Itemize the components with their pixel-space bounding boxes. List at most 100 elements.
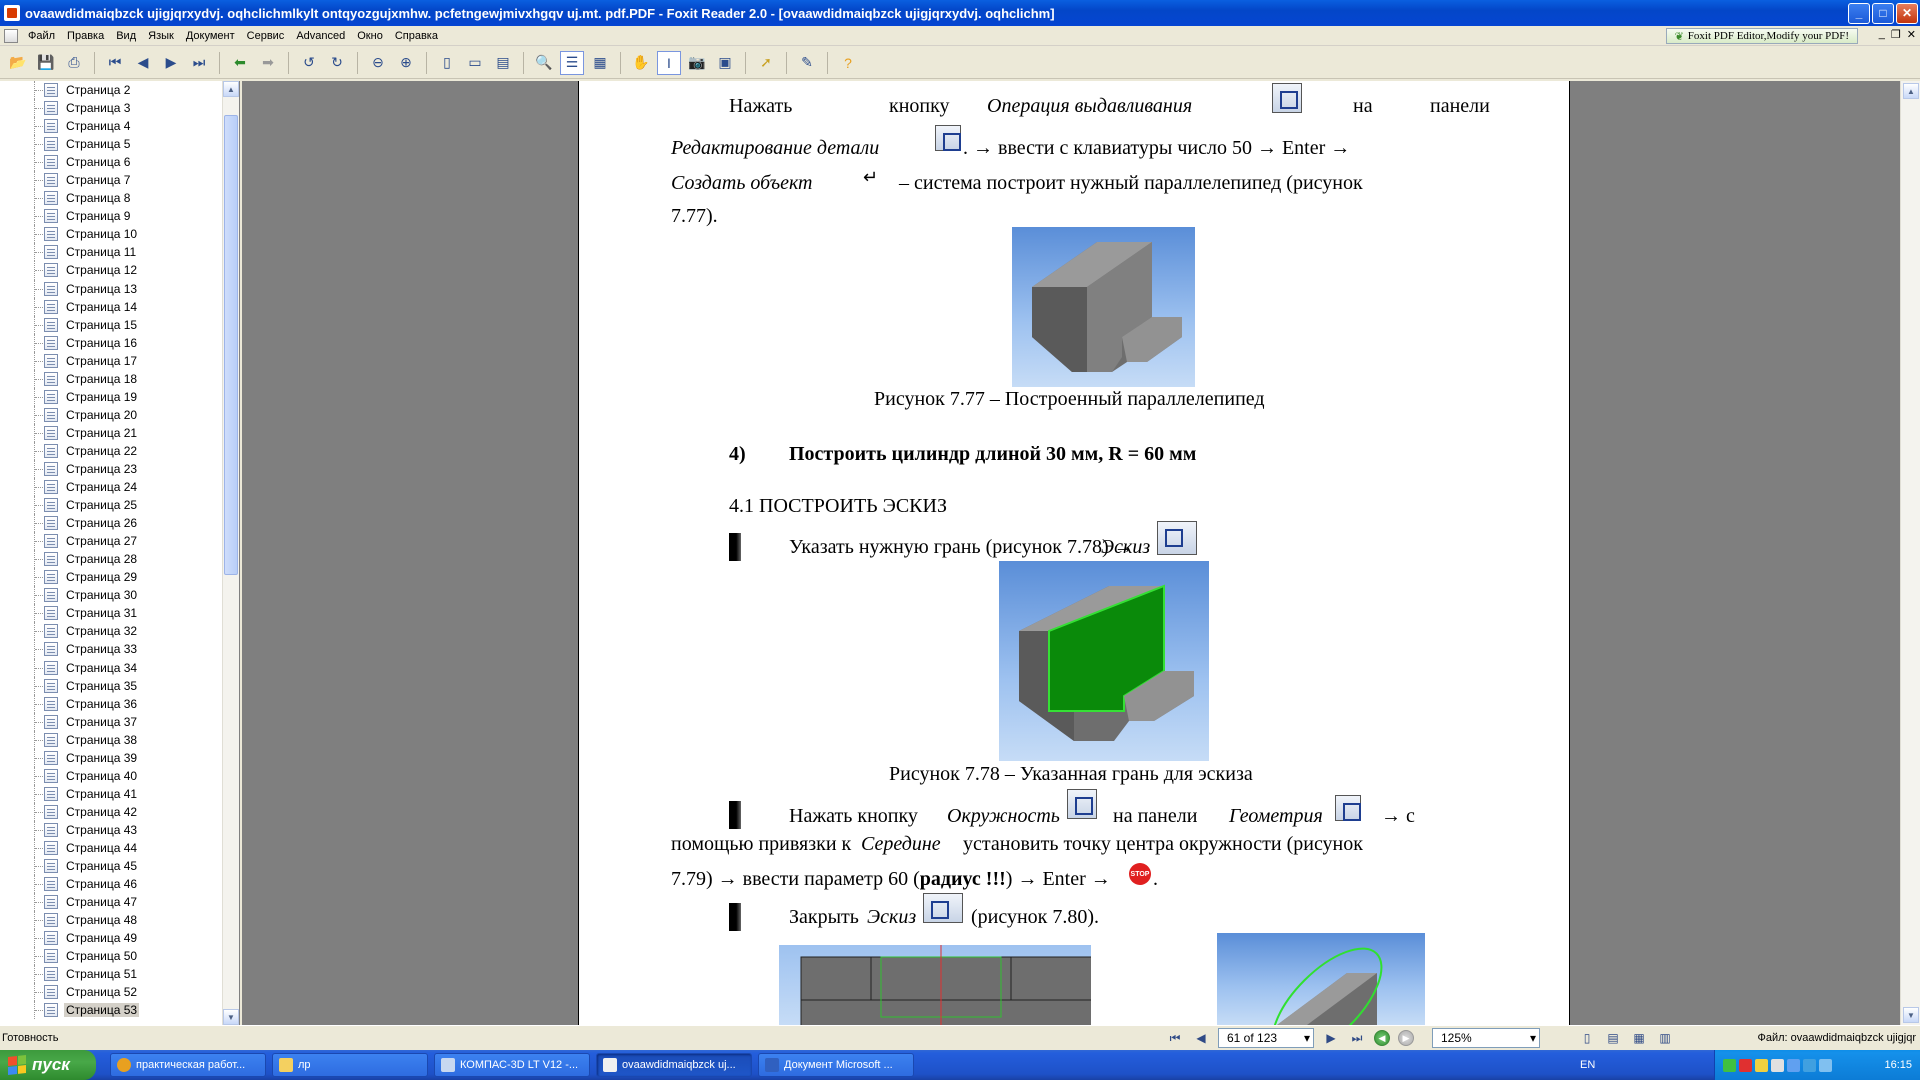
sidebar-item-page[interactable]: Страница 14 bbox=[0, 297, 222, 316]
mdi-restore-button[interactable]: ❐ bbox=[1891, 28, 1901, 41]
sidebar-item-page[interactable]: Страница 51 bbox=[0, 965, 222, 984]
pdf-editor-banner[interactable]: ❦ Foxit PDF Editor,Modify your PDF! bbox=[1665, 28, 1858, 44]
bookmarks-panel-icon[interactable]: ☰ bbox=[560, 50, 584, 75]
sidebar-item-page[interactable]: Страница 20 bbox=[0, 405, 222, 424]
zoom-in-icon[interactable]: ⊕ bbox=[394, 51, 418, 75]
sidebar-item-page[interactable]: Страница 52 bbox=[0, 983, 222, 1002]
menu-tools[interactable]: Сервис bbox=[241, 30, 291, 42]
mdi-close-button[interactable]: ✕ bbox=[1907, 28, 1916, 41]
page-number-field[interactable]: 61 of 123 ▾ bbox=[1218, 1028, 1314, 1048]
facing-view-icon[interactable]: ▦ bbox=[1630, 1029, 1648, 1047]
sidebar-item-page[interactable]: Страница 49 bbox=[0, 929, 222, 948]
sidebar-item-page[interactable]: Страница 28 bbox=[0, 550, 222, 569]
menu-file[interactable]: Файл bbox=[22, 30, 61, 42]
sidebar-item-page[interactable]: Страница 31 bbox=[0, 604, 222, 623]
previous-page-icon[interactable]: ◀ bbox=[131, 51, 155, 75]
sidebar-item-page[interactable]: Страница 11 bbox=[0, 243, 222, 262]
continuous-facing-view-icon[interactable]: ▥ bbox=[1656, 1029, 1674, 1047]
menu-language[interactable]: Язык bbox=[142, 30, 180, 42]
sidebar-item-page[interactable]: Страница 17 bbox=[0, 351, 222, 370]
sidebar-item-page[interactable]: Страница 47 bbox=[0, 893, 222, 912]
taskbar-item-kompas[interactable]: КОМПАС-3D LT V12 -... bbox=[434, 1053, 590, 1077]
sidebar-item-page[interactable]: Страница 2 bbox=[0, 81, 222, 100]
previous-page-icon[interactable]: ◀ bbox=[1192, 1029, 1210, 1047]
help-icon[interactable]: ? bbox=[836, 51, 860, 75]
taskbar-item-word[interactable]: Документ Microsoft ... bbox=[758, 1053, 914, 1077]
save-icon[interactable]: 💾 bbox=[34, 51, 58, 75]
sidebar-item-page[interactable]: Страница 27 bbox=[0, 532, 222, 551]
sidebar-item-page[interactable]: Страница 19 bbox=[0, 387, 222, 406]
scroll-up-button[interactable]: ▲ bbox=[223, 81, 239, 97]
sidebar-item-page[interactable]: Страница 22 bbox=[0, 441, 222, 460]
fit-page-icon[interactable]: ▭ bbox=[463, 51, 487, 75]
sidebar-item-page[interactable]: Страница 13 bbox=[0, 279, 222, 298]
sidebar-item-page[interactable]: Страница 37 bbox=[0, 712, 222, 731]
update-icon[interactable] bbox=[1755, 1058, 1768, 1072]
sidebar-item-page[interactable]: Страница 23 bbox=[0, 459, 222, 479]
sidebar-item-page[interactable]: Страница 18 bbox=[0, 369, 222, 388]
scroll-down-button[interactable]: ▼ bbox=[223, 1009, 239, 1025]
sidebar-item-page[interactable]: Страница 15 bbox=[0, 315, 222, 334]
scroll-down-button[interactable]: ▼ bbox=[1903, 1007, 1919, 1023]
sidebar-item-page[interactable]: Страница 5 bbox=[0, 135, 222, 154]
sidebar-item-page[interactable]: Страница 35 bbox=[0, 676, 222, 695]
sidebar-item-page[interactable]: Страница 48 bbox=[0, 911, 222, 930]
sidebar-item-page[interactable]: Страница 36 bbox=[0, 694, 222, 713]
last-page-icon[interactable]: ⏭ bbox=[1348, 1029, 1366, 1047]
language-indicator[interactable]: EN bbox=[1580, 1059, 1595, 1071]
menu-document[interactable]: Документ bbox=[180, 30, 241, 42]
sidebar-item-page[interactable]: Страница 29 bbox=[0, 568, 222, 587]
fit-width-icon[interactable]: ▤ bbox=[491, 51, 515, 75]
next-page-icon[interactable]: ▶ bbox=[1322, 1029, 1340, 1047]
sidebar-item-page[interactable]: Страница 6 bbox=[0, 153, 222, 172]
display-icon[interactable] bbox=[1819, 1058, 1832, 1072]
continuous-view-icon[interactable]: ▤ bbox=[1604, 1029, 1622, 1047]
connection-icon[interactable] bbox=[1803, 1058, 1816, 1072]
document-icon[interactable] bbox=[4, 28, 18, 43]
menu-view[interactable]: Вид bbox=[110, 30, 142, 42]
document-view[interactable]: Нажать кнопку Операция выдавливания на п… bbox=[242, 81, 1900, 1025]
volume-icon[interactable] bbox=[1771, 1058, 1784, 1072]
zoom-out-icon[interactable]: ⊖ bbox=[366, 51, 390, 75]
antivirus-icon[interactable] bbox=[1739, 1058, 1752, 1072]
menu-window[interactable]: Окно bbox=[351, 30, 389, 42]
first-page-icon[interactable]: ⏮ bbox=[1166, 1029, 1184, 1047]
sidebar-item-page[interactable]: Страница 7 bbox=[0, 171, 222, 190]
sidebar-item-page[interactable]: Страница 16 bbox=[0, 333, 222, 352]
document-scrollbar[interactable]: ▲ ▼ bbox=[1900, 81, 1920, 1025]
forward-icon[interactable]: ➡ bbox=[256, 51, 280, 75]
sidebar-item-page[interactable]: Страница 25 bbox=[0, 496, 222, 515]
safely-remove-icon[interactable] bbox=[1787, 1058, 1800, 1072]
sidebar-item-page[interactable]: Страница 4 bbox=[0, 117, 222, 136]
sidebar-item-page[interactable]: Страница 38 bbox=[0, 730, 222, 749]
sidebar-item-page[interactable]: Страница 46 bbox=[0, 875, 222, 894]
maximize-button[interactable]: □ bbox=[1872, 2, 1894, 24]
chevron-down-icon[interactable]: ▾ bbox=[1304, 1031, 1310, 1045]
start-button[interactable]: пуск bbox=[0, 1050, 96, 1080]
sidebar-item-page[interactable]: Страница 24 bbox=[0, 478, 222, 497]
image-select-icon[interactable]: ▣ bbox=[713, 51, 737, 75]
menu-help[interactable]: Справка bbox=[389, 30, 444, 42]
taskbar-item-folder[interactable]: лр bbox=[272, 1053, 428, 1077]
sidebar-item-page[interactable]: Страница 44 bbox=[0, 838, 222, 858]
actual-size-icon[interactable]: ▯ bbox=[435, 51, 459, 75]
sidebar-item-page[interactable]: Страница 9 bbox=[0, 207, 222, 226]
clock[interactable]: 16:15 bbox=[1884, 1059, 1912, 1071]
hand-tool-icon[interactable]: ✋ bbox=[629, 51, 653, 75]
close-button[interactable]: ✕ bbox=[1896, 2, 1918, 24]
rotate-right-icon[interactable]: ↻ bbox=[325, 51, 349, 75]
minimize-button[interactable]: _ bbox=[1848, 2, 1870, 24]
scroll-up-button[interactable]: ▲ bbox=[1903, 83, 1919, 99]
go-back-icon[interactable]: ◀ bbox=[1374, 1030, 1390, 1046]
pages-scrollbar[interactable]: ▲ ▼ bbox=[222, 81, 239, 1025]
comment-tools-icon[interactable]: ✎ bbox=[795, 51, 819, 75]
sidebar-item-page[interactable]: Страница 40 bbox=[0, 766, 222, 785]
sidebar-item-page[interactable]: Страница 21 bbox=[0, 423, 222, 442]
sidebar-item-page[interactable]: Страница 10 bbox=[0, 225, 222, 244]
sidebar-item-page[interactable]: Страница 43 bbox=[0, 820, 222, 839]
mdi-minimize-button[interactable]: _ bbox=[1879, 28, 1885, 41]
select-annotation-icon[interactable]: ➚ bbox=[754, 51, 778, 75]
taskbar-item-foxit[interactable]: ovaawdidmaiqbzck uj... bbox=[596, 1053, 752, 1077]
sidebar-item-page[interactable]: Страница 26 bbox=[0, 514, 222, 533]
chevron-down-icon[interactable]: ▾ bbox=[1530, 1031, 1536, 1045]
